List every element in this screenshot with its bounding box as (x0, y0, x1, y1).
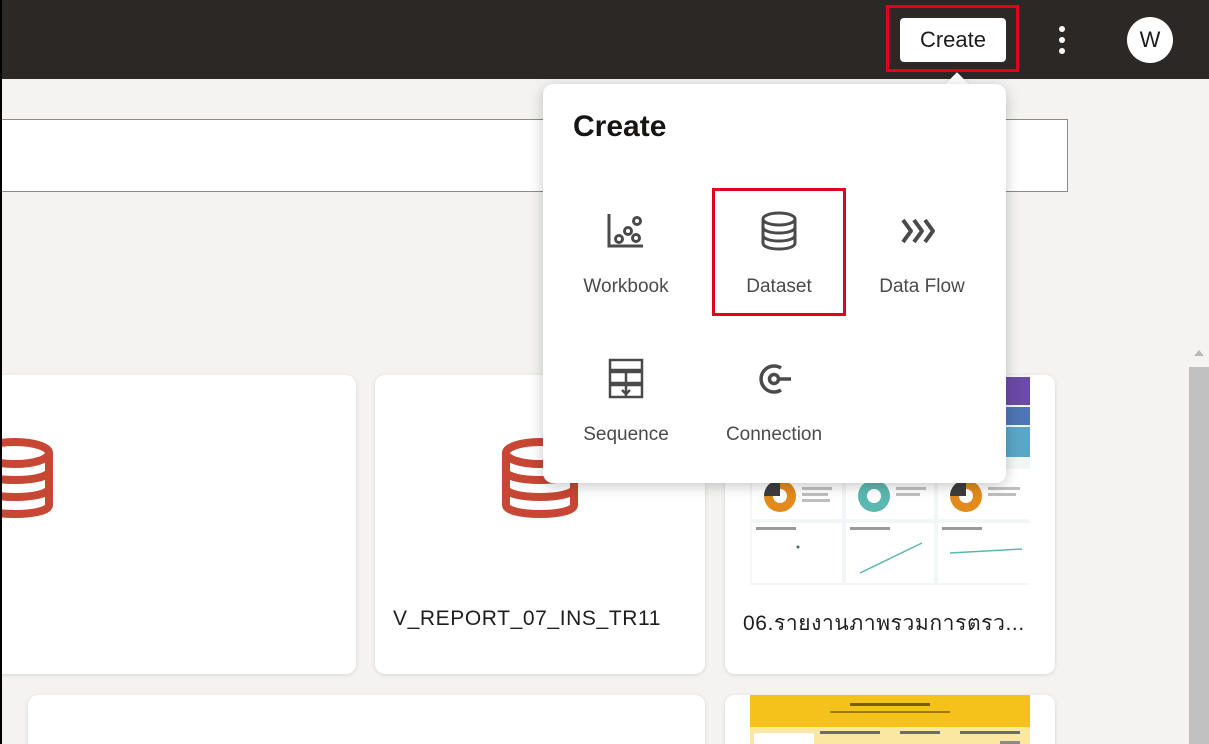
create-sequence-option[interactable]: Sequence (563, 336, 689, 456)
create-data-flow-option[interactable]: Data Flow (859, 188, 985, 308)
more-options-icon[interactable] (1052, 24, 1072, 56)
create-workbook-option[interactable]: Workbook (563, 188, 689, 308)
top-bar: Create W (0, 0, 1209, 79)
data-flow-icon (901, 218, 935, 244)
option-label: Data Flow (879, 276, 965, 297)
user-avatar[interactable]: W (1127, 17, 1173, 63)
database-icon (761, 211, 797, 251)
card-title: V_REPORT_07_INS_TR11 (393, 607, 662, 630)
create-popup-menu: Create Workbook Dataset Data Flow Sequen… (543, 84, 1006, 483)
workbook-card[interactable] (725, 695, 1055, 744)
card-title: 06.รายงานภาพรวมการตรว... (743, 612, 1025, 635)
sequence-icon (608, 358, 644, 399)
scroll-up-arrow-icon[interactable] (1194, 350, 1204, 356)
dataset-card[interactable] (0, 375, 356, 674)
option-label: Sequence (583, 424, 669, 445)
workbook-icon (607, 214, 643, 248)
option-label: Workbook (583, 276, 669, 297)
option-label: Dataset (746, 276, 812, 297)
workbook-thumbnail (750, 695, 1030, 744)
scrollbar-thumb[interactable] (1189, 367, 1209, 744)
connection-icon (759, 364, 791, 394)
option-label: Connection (725, 424, 823, 445)
create-button[interactable]: Create (900, 18, 1006, 62)
popup-title: Create (573, 110, 667, 143)
create-connection-option[interactable]: Connection (711, 336, 837, 456)
database-icon (0, 438, 53, 518)
window-edge (0, 0, 2, 744)
dataset-card[interactable] (28, 695, 705, 744)
create-dataset-option[interactable]: Dataset (716, 188, 842, 308)
